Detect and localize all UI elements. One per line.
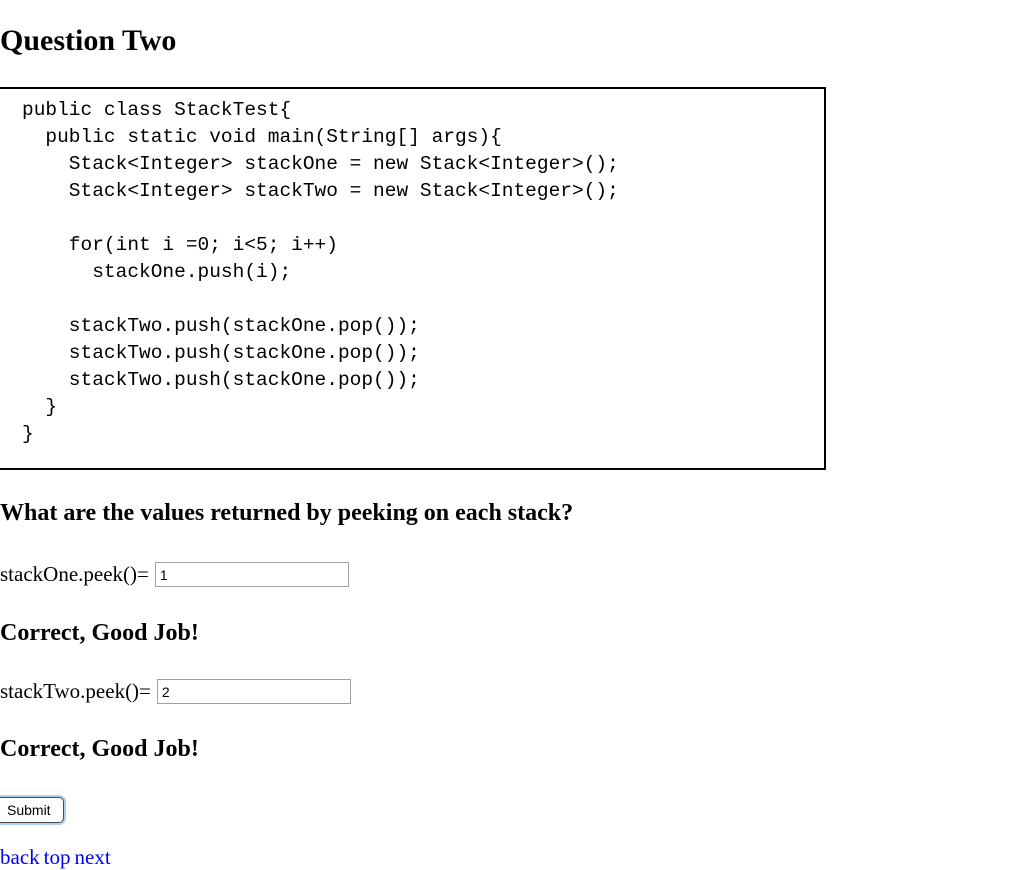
stacktwo-peek-input[interactable] [156,679,351,704]
next-link[interactable]: next [75,845,111,869]
back-link[interactable]: back [0,845,40,869]
answer-row-stackone: stackOne.peek()= [0,562,349,587]
feedback-stacktwo: Correct, Good Job! [0,736,199,762]
answer-row-stacktwo: stackTwo.peek()= [0,679,351,704]
question-prompt: What are the values returned by peeking … [0,500,574,526]
code-listing: public class StackTest{ public static vo… [22,99,619,445]
submit-button[interactable]: Submit [0,797,64,824]
answer-label-stacktwo: stackTwo.peek()= [0,679,151,703]
code-block: public class StackTest{ public static vo… [0,87,826,470]
nav-links: back top next [0,845,115,870]
stackone-peek-input[interactable] [154,562,349,587]
top-link[interactable]: top [44,845,71,869]
feedback-stackone: Correct, Good Job! [0,620,199,646]
page-title: Question Two [0,24,177,57]
answer-label-stackone: stackOne.peek()= [0,562,149,586]
